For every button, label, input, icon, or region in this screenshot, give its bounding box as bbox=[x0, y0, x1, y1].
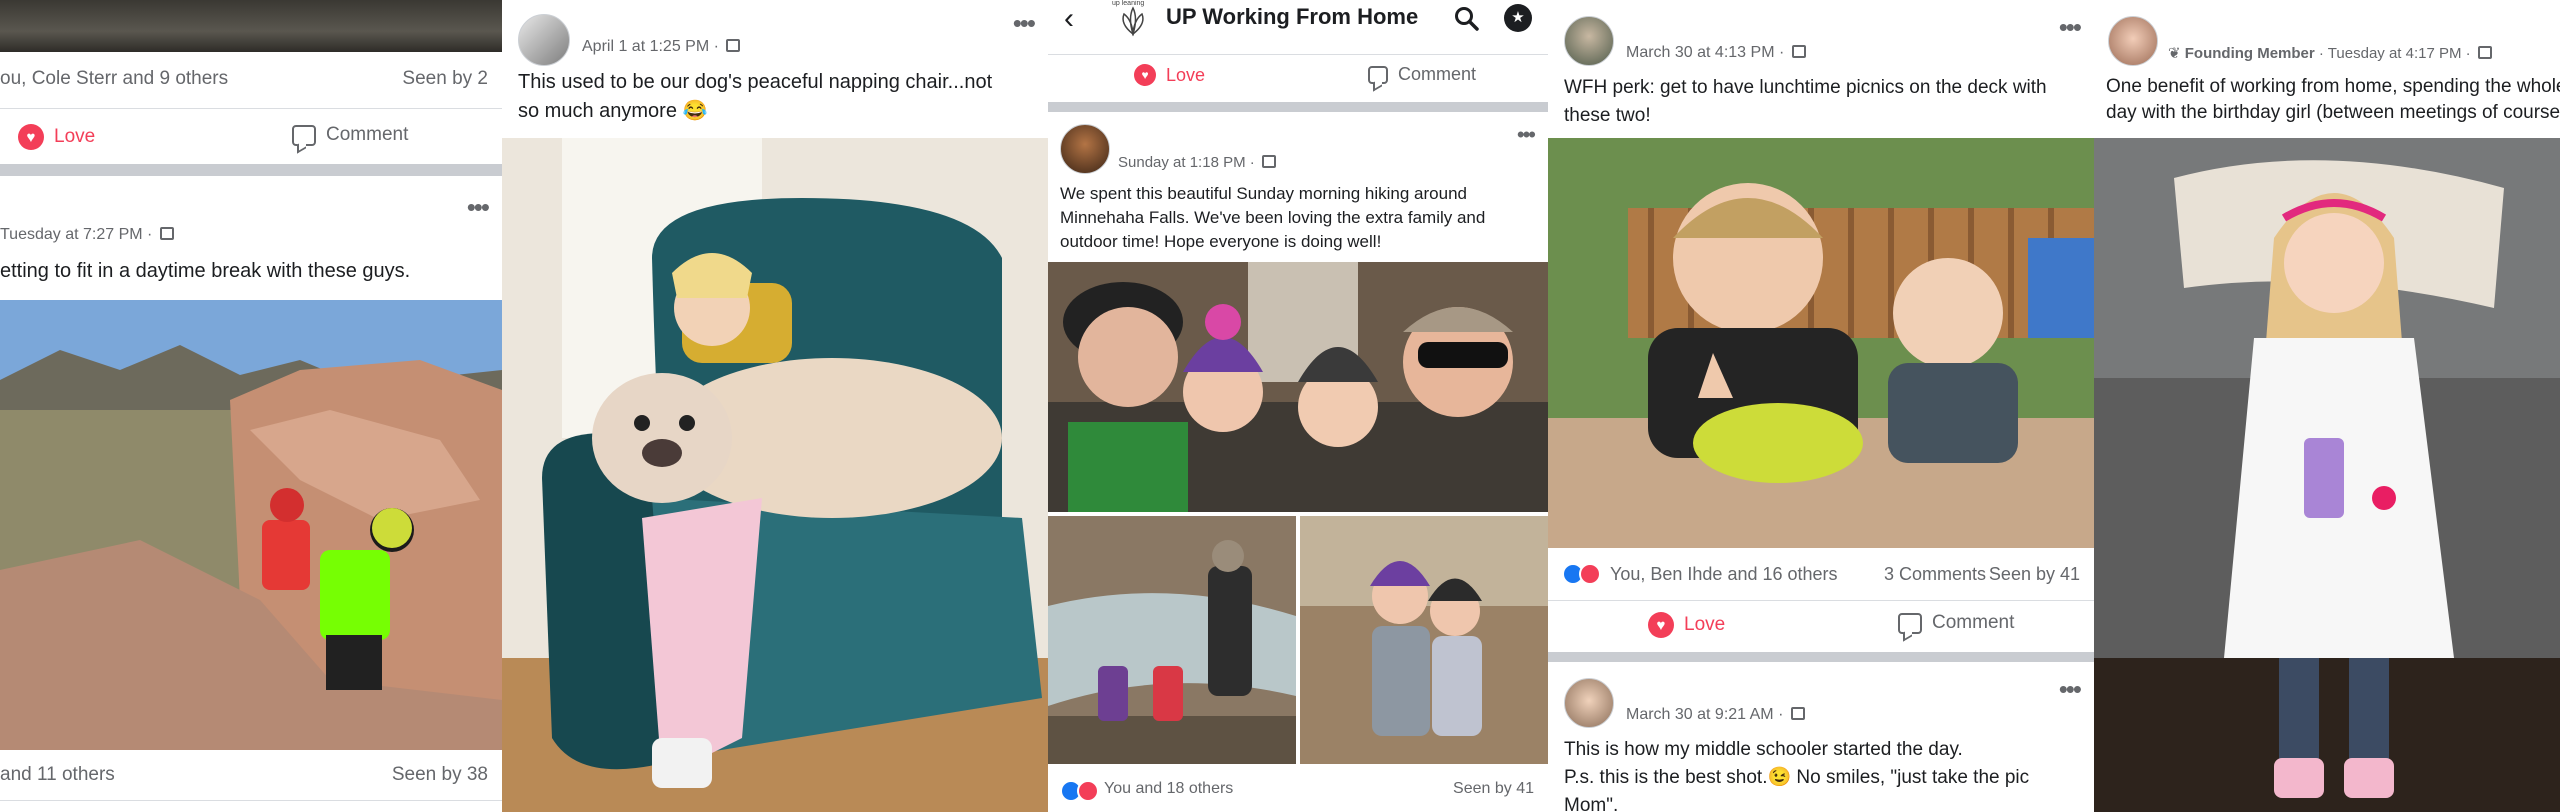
dog-chair-graphic bbox=[502, 138, 1048, 812]
comment-label: Comment bbox=[1932, 612, 2015, 633]
post-timestamp[interactable]: April 1 at 1:25 PM · bbox=[582, 38, 741, 56]
feed-panel-3: ‹ up leaning UP Working From Home ★ ♥ Lo… bbox=[1048, 0, 1548, 812]
divider bbox=[0, 800, 502, 801]
author-avatar[interactable] bbox=[518, 14, 570, 66]
comment-label: Comment bbox=[1398, 64, 1477, 84]
reaction-icons bbox=[1562, 563, 1601, 585]
comment-button[interactable]: Comment bbox=[1898, 612, 2014, 634]
reaction-summary[interactable]: and 11 others bbox=[0, 764, 115, 786]
post-timestamp[interactable]: March 30 at 4:13 PM · bbox=[1626, 44, 1806, 62]
post-photo-hike[interactable] bbox=[0, 300, 502, 750]
post-meta[interactable]: ❦ Founding Member · Tuesday at 4:17 PM · bbox=[2168, 44, 2492, 62]
seen-count[interactable]: Seen by 41 bbox=[1989, 564, 2080, 585]
logo-caption: up leaning bbox=[1112, 0, 1145, 7]
author-avatar[interactable] bbox=[1564, 16, 1614, 66]
shield-icon[interactable]: ★ bbox=[1504, 4, 1532, 32]
post-photo-two-girls[interactable] bbox=[1300, 516, 1548, 764]
comment-icon bbox=[1368, 65, 1388, 84]
love-button[interactable]: ♥ Love bbox=[18, 124, 95, 150]
birthday-girl-graphic bbox=[2094, 138, 2560, 812]
divider bbox=[1048, 54, 1548, 55]
sprout-icon: ❦ bbox=[2168, 45, 2181, 62]
post-photo-top-partial[interactable] bbox=[0, 0, 502, 52]
heart-icon: ♥ bbox=[1648, 612, 1674, 638]
comment-icon bbox=[292, 124, 316, 146]
more-options-icon[interactable]: ••• bbox=[2059, 674, 2082, 705]
group-privacy-icon bbox=[726, 39, 741, 52]
post-timestamp: · Tuesday at 4:17 PM · bbox=[2314, 45, 2475, 62]
author-avatar[interactable] bbox=[2108, 16, 2158, 66]
divider bbox=[0, 108, 502, 109]
love-label: Love bbox=[1166, 64, 1206, 85]
post-text: One benefit of working from home, spendi… bbox=[2106, 76, 2560, 123]
reaction-summary[interactable]: ou, Cole Sterr and 9 others bbox=[0, 68, 228, 90]
comment-label: Comment bbox=[326, 124, 409, 145]
founding-member-badge: Founding Member bbox=[2184, 45, 2315, 62]
feed-panel-5: ❦ Founding Member · Tuesday at 4:17 PM ·… bbox=[2094, 0, 2560, 812]
post-photo-dog-chair[interactable] bbox=[502, 138, 1048, 812]
post-text: WFH perk: get to have lunchtime picnics … bbox=[1564, 77, 2047, 126]
comment-icon bbox=[1898, 612, 1922, 634]
divider bbox=[1548, 600, 2094, 601]
reaction-summary[interactable]: You and 18 others bbox=[1104, 780, 1233, 798]
two-girls-graphic bbox=[1300, 516, 1548, 764]
post-photo-picnic[interactable] bbox=[1548, 138, 2094, 548]
group-privacy-icon bbox=[1261, 155, 1276, 168]
post-separator bbox=[1548, 652, 2094, 662]
seen-count[interactable]: Seen by 41 bbox=[1453, 780, 1534, 798]
feed-panel-4: March 30 at 4:13 PM · ••• WFH perk: get … bbox=[1548, 0, 2094, 812]
comment-button[interactable]: Comment bbox=[1368, 64, 1476, 85]
group-privacy-icon bbox=[2477, 46, 2492, 59]
reaction-icons bbox=[1060, 780, 1099, 802]
love-button[interactable]: ♥ Love bbox=[1648, 612, 1725, 638]
love-reaction-icon bbox=[1579, 563, 1601, 585]
search-icon[interactable] bbox=[1454, 6, 1479, 31]
post-text: We spent this beautiful Sunday morning h… bbox=[1060, 184, 1486, 251]
post-text-line-2: P.s. this is the best shot.😉 No smiles, … bbox=[1564, 767, 2030, 812]
feed-panel-1: ou, Cole Sterr and 9 others Seen by 2 ♥ … bbox=[0, 0, 502, 812]
seen-count[interactable]: Seen by 2 bbox=[402, 68, 488, 90]
love-reaction-icon bbox=[1077, 780, 1099, 802]
group-title[interactable]: UP Working From Home bbox=[1166, 4, 1418, 30]
comment-button[interactable]: Comment bbox=[292, 124, 408, 146]
hike-scene-graphic bbox=[0, 300, 502, 750]
more-options-icon[interactable]: ••• bbox=[1013, 8, 1036, 39]
reaction-summary[interactable]: You, Ben Ihde and 16 others bbox=[1610, 564, 1838, 585]
post-photo-hike-waterfall[interactable] bbox=[1048, 516, 1296, 764]
post-separator bbox=[0, 164, 502, 176]
family-selfie-graphic bbox=[1048, 262, 1548, 512]
post-separator bbox=[1048, 102, 1548, 112]
feed-panel-2: April 1 at 1:25 PM · ••• This used to be… bbox=[502, 0, 1048, 812]
post-photo-family-selfie[interactable] bbox=[1048, 262, 1548, 512]
group-privacy-icon bbox=[1790, 707, 1805, 720]
picnic-deck-graphic bbox=[1548, 138, 2094, 548]
heart-icon: ♥ bbox=[18, 124, 44, 150]
back-icon[interactable]: ‹ bbox=[1064, 2, 1074, 36]
comment-count[interactable]: 3 Comments bbox=[1884, 564, 1986, 585]
author-avatar[interactable] bbox=[1060, 124, 1110, 174]
post-timestamp[interactable]: March 30 at 9:21 AM · bbox=[1626, 706, 1805, 724]
author-avatar[interactable] bbox=[1564, 678, 1614, 728]
heart-icon: ♥ bbox=[1134, 64, 1156, 86]
waterfall-hike-graphic bbox=[1048, 516, 1296, 764]
more-options-icon[interactable]: ••• bbox=[2059, 12, 2082, 43]
group-header-bar: ‹ up leaning UP Working From Home ★ bbox=[1048, 0, 1548, 42]
post-photo-birthday-girl[interactable] bbox=[2094, 138, 2560, 812]
more-options-icon[interactable]: ••• bbox=[467, 192, 490, 223]
seen-count[interactable]: Seen by 38 bbox=[392, 764, 488, 786]
post-text: This used to be our dog's peaceful nappi… bbox=[518, 71, 993, 122]
post-text: etting to fit in a daytime break with th… bbox=[0, 260, 411, 282]
love-label: Love bbox=[1684, 614, 1726, 635]
post-timestamp[interactable]: Sunday at 1:18 PM · bbox=[1118, 154, 1276, 171]
more-options-icon[interactable]: ••• bbox=[1517, 122, 1536, 148]
post-text-line-1: This is how my middle schooler started t… bbox=[1564, 739, 1963, 760]
love-label: Love bbox=[54, 126, 96, 147]
love-button[interactable]: ♥ Love bbox=[1134, 64, 1205, 86]
group-privacy-icon bbox=[159, 227, 174, 240]
post-timestamp[interactable]: Tuesday at 7:27 PM · bbox=[0, 226, 174, 244]
group-privacy-icon bbox=[1791, 45, 1806, 58]
